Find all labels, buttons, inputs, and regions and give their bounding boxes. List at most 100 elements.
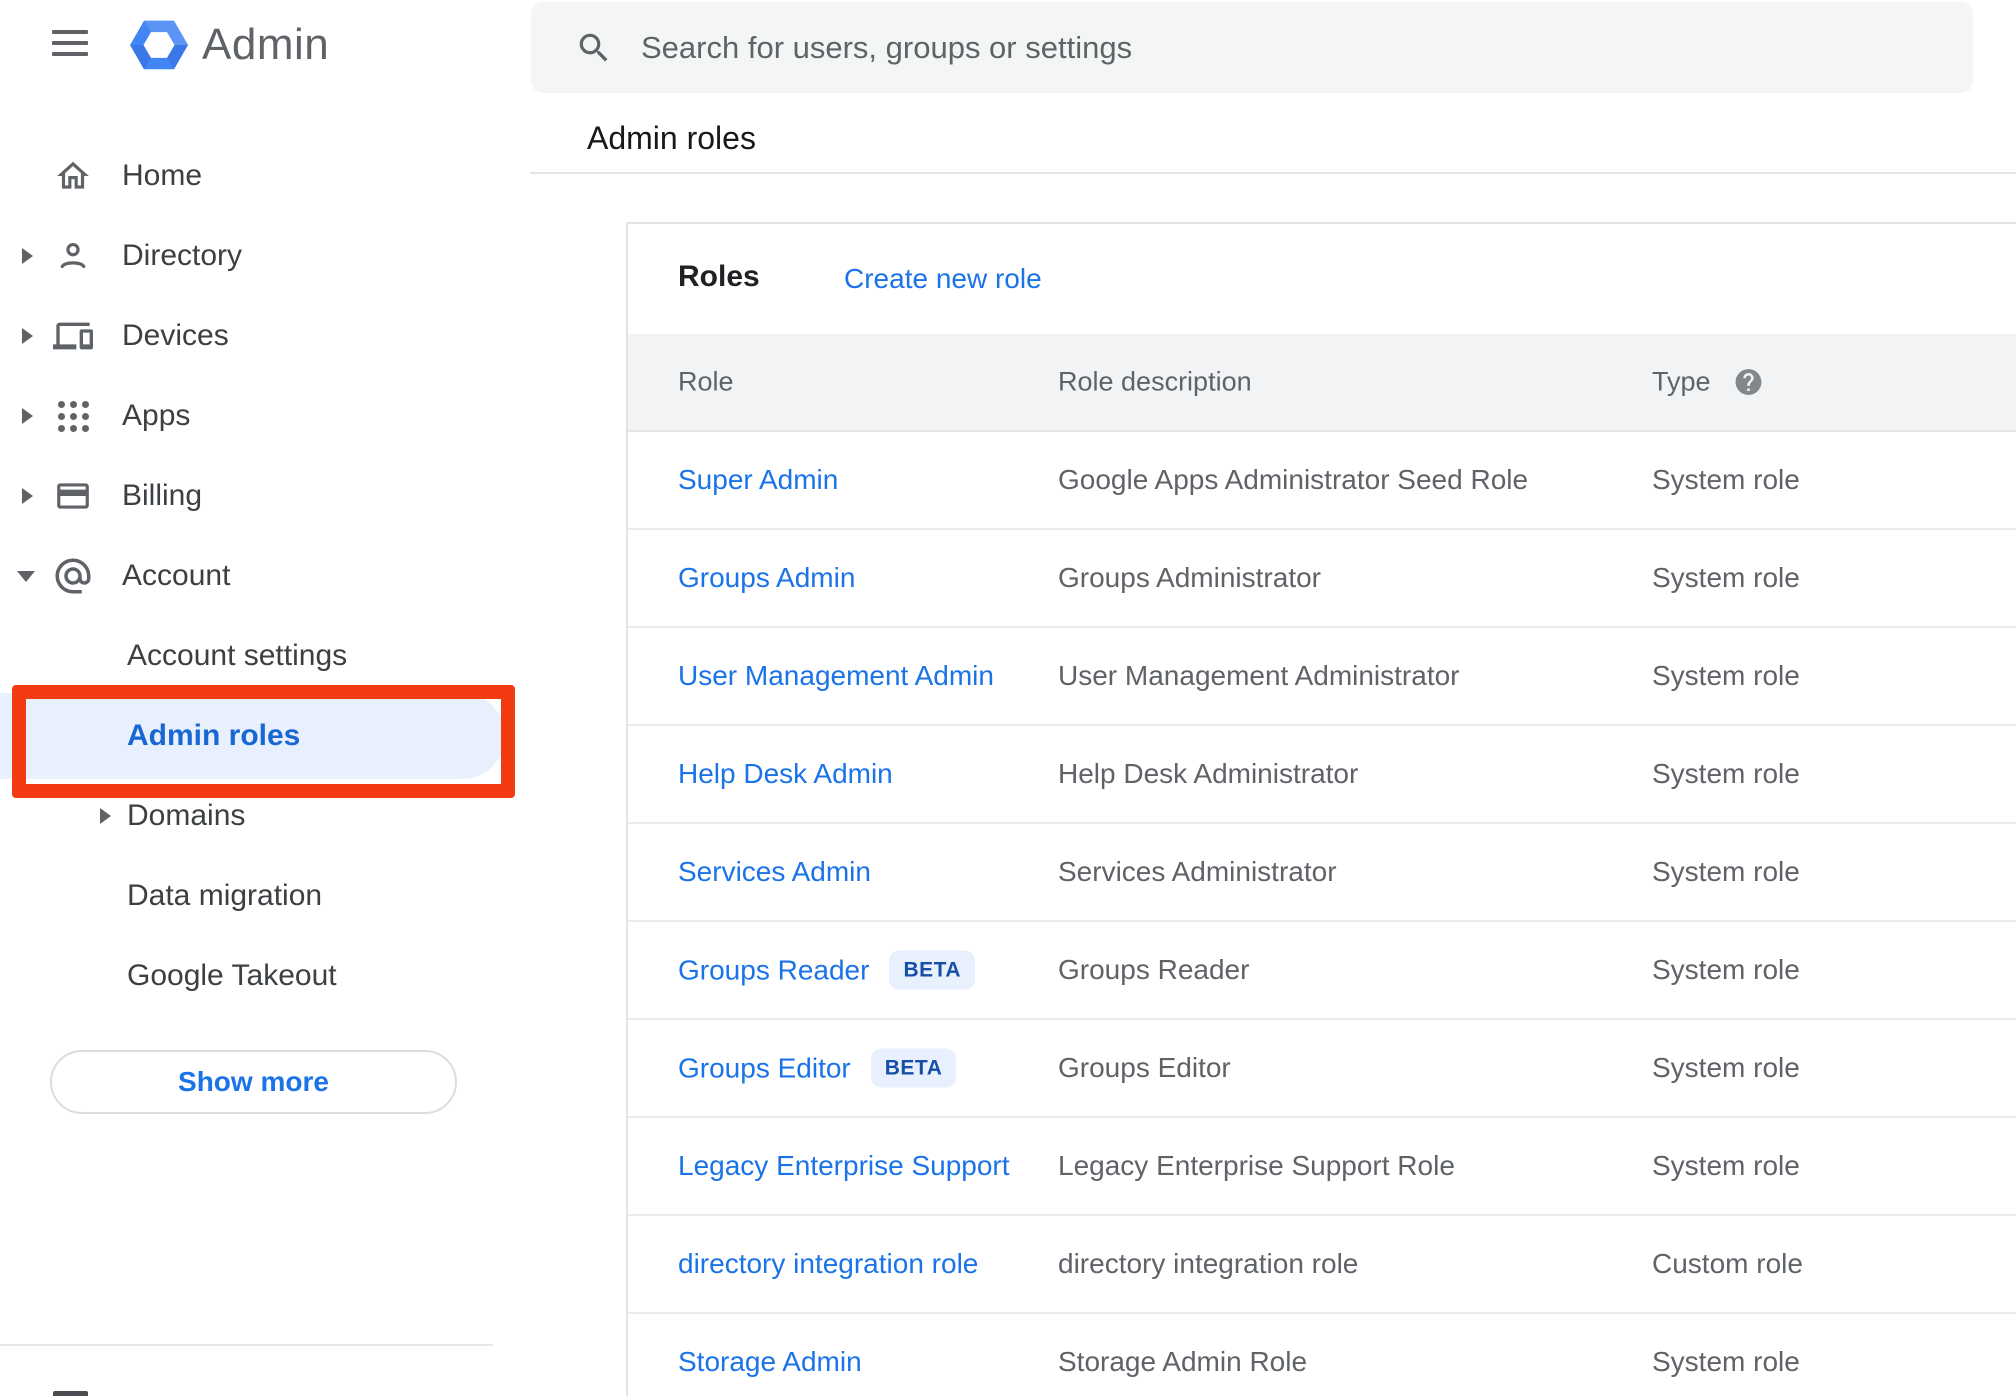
apps-icon bbox=[52, 395, 94, 437]
breadcrumb: Admin roles bbox=[587, 120, 756, 156]
person-icon bbox=[52, 235, 94, 277]
sidebar-item-account-settings[interactable]: Account settings bbox=[0, 616, 531, 696]
column-header-type-label: Type bbox=[1652, 366, 1711, 397]
role-description: Google Apps Administrator Seed Role bbox=[1058, 464, 1529, 495]
role-description: Groups Reader bbox=[1058, 954, 1250, 985]
sidebar-item-label: Billing bbox=[122, 479, 203, 512]
table-header-row: Role Role description Type bbox=[628, 334, 2016, 432]
search-input[interactable] bbox=[641, 29, 1973, 66]
column-header-role-description: Role description bbox=[1058, 366, 1252, 397]
role-description: Help Desk Administrator bbox=[1058, 758, 1359, 789]
sidebar-item-label: Account settings bbox=[127, 639, 348, 672]
admin-logo-icon bbox=[130, 20, 188, 70]
role-description: User Management Administrator bbox=[1058, 660, 1460, 691]
table-row: Super Admin Google Apps Administrator See… bbox=[628, 432, 2016, 530]
table-row: Storage Admin Storage Admin Role System ro… bbox=[628, 1314, 2016, 1396]
partial-bottom-icon bbox=[53, 1391, 88, 1396]
sidebar-item-label: Domains bbox=[127, 799, 246, 832]
at-icon bbox=[52, 555, 94, 597]
role-link-label: directory integration role bbox=[678, 1248, 979, 1279]
table-row: Help Desk Admin Help Desk Administrator Sy… bbox=[628, 726, 2016, 824]
role-link[interactable]: Groups Editor BETA bbox=[678, 1048, 957, 1088]
sidebar-item-label: Data migration bbox=[127, 879, 323, 912]
expand-arrow-icon[interactable] bbox=[22, 328, 33, 344]
sidebar-item-home[interactable]: Home bbox=[0, 136, 531, 216]
role-type: System role bbox=[1652, 1346, 1800, 1377]
devices-icon bbox=[52, 315, 94, 357]
sidebar-item-admin-roles[interactable]: Admin roles bbox=[0, 693, 531, 779]
header-divider bbox=[530, 172, 2016, 174]
role-link-label: Super Admin bbox=[678, 464, 839, 495]
column-header-type: Type bbox=[1652, 367, 1764, 398]
table-row: Groups Admin Groups Administrator System r… bbox=[628, 530, 2016, 628]
role-link[interactable]: Groups Reader BETA bbox=[678, 950, 976, 990]
role-link-label: Services Admin bbox=[678, 856, 871, 887]
sidebar-item-billing[interactable]: Billing bbox=[0, 456, 531, 536]
role-link[interactable]: directory integration role bbox=[678, 1248, 978, 1280]
search-bar[interactable] bbox=[531, 2, 1973, 93]
help-icon[interactable] bbox=[1733, 367, 1764, 398]
role-link-label: Help Desk Admin bbox=[678, 758, 893, 789]
expand-arrow-icon[interactable] bbox=[22, 408, 33, 424]
roles-card-header: Roles Create new role bbox=[628, 224, 2016, 334]
create-new-role-link[interactable]: Create new role bbox=[844, 263, 1042, 295]
role-type: System role bbox=[1652, 660, 1800, 691]
collapse-arrow-icon[interactable] bbox=[17, 571, 35, 582]
expand-arrow-icon[interactable] bbox=[22, 488, 33, 504]
role-link[interactable]: Super Admin bbox=[678, 464, 838, 496]
table-row: Services Admin Services Administrator Syst… bbox=[628, 824, 2016, 922]
role-description: Groups Administrator bbox=[1058, 562, 1321, 593]
role-description: Legacy Enterprise Support Role bbox=[1058, 1150, 1455, 1181]
sidebar-item-label: Apps bbox=[122, 399, 191, 432]
role-link[interactable]: Groups Admin bbox=[678, 562, 855, 594]
role-description: Services Administrator bbox=[1058, 856, 1337, 887]
column-header-role: Role bbox=[678, 366, 734, 397]
sidebar-item-directory[interactable]: Directory bbox=[0, 216, 531, 296]
expand-arrow-icon[interactable] bbox=[22, 248, 33, 264]
beta-badge: BETA bbox=[870, 1048, 957, 1088]
role-link[interactable]: Help Desk Admin bbox=[678, 758, 893, 790]
role-description: Storage Admin Role bbox=[1058, 1346, 1308, 1377]
role-link-label: Storage Admin bbox=[678, 1346, 862, 1377]
role-link[interactable]: Services Admin bbox=[678, 856, 871, 888]
table-row: User Management Admin User Management Adm… bbox=[628, 628, 2016, 726]
role-description: directory integration role bbox=[1058, 1248, 1359, 1279]
sidebar: Admin Home Directory Devices Apps Billing Acc… bbox=[0, 0, 531, 1396]
sidebar-item-data-migration[interactable]: Data migration bbox=[0, 856, 531, 936]
hamburger-menu-icon[interactable] bbox=[52, 30, 88, 56]
sidebar-item-devices[interactable]: Devices bbox=[0, 296, 531, 376]
sidebar-item-label: Account bbox=[122, 559, 231, 592]
sidebar-item-google-takeout[interactable]: Google Takeout bbox=[0, 936, 531, 1016]
roles-card: Roles Create new role Role Role descript… bbox=[626, 222, 2016, 1396]
expand-arrow-icon[interactable] bbox=[100, 808, 111, 824]
role-link-label: Groups Admin bbox=[678, 562, 856, 593]
sidebar-item-label: Devices bbox=[122, 319, 229, 352]
sidebar-item-label: Google Takeout bbox=[127, 959, 337, 992]
billing-icon bbox=[52, 475, 94, 517]
role-type: System role bbox=[1652, 758, 1800, 789]
sidebar-item-label: Directory bbox=[122, 239, 243, 272]
sidebar-item-apps[interactable]: Apps bbox=[0, 376, 531, 456]
role-link-label: Legacy Enterprise Support bbox=[678, 1150, 1010, 1181]
beta-badge: BETA bbox=[889, 950, 976, 990]
roles-title: Roles bbox=[678, 260, 760, 293]
role-link[interactable]: User Management Admin bbox=[678, 660, 994, 692]
role-type: System role bbox=[1652, 1052, 1800, 1083]
role-type: Custom role bbox=[1652, 1248, 1803, 1279]
role-link-label: Groups Editor bbox=[678, 1052, 851, 1083]
role-type: System role bbox=[1652, 1150, 1800, 1181]
table-row: Groups Editor BETA Groups Editor System rol… bbox=[628, 1020, 2016, 1118]
sidebar-divider bbox=[0, 1344, 493, 1346]
role-link[interactable]: Legacy Enterprise Support bbox=[678, 1150, 1010, 1182]
sidebar-item-domains[interactable]: Domains bbox=[0, 776, 531, 856]
sidebar-item-label: Home bbox=[122, 159, 203, 192]
sidebar-item-account[interactable]: Account bbox=[0, 536, 531, 616]
table-row: Groups Reader BETA Groups Reader System rol… bbox=[628, 922, 2016, 1020]
show-more-button[interactable]: Show more bbox=[50, 1050, 457, 1114]
role-link[interactable]: Storage Admin bbox=[678, 1346, 862, 1378]
role-type: System role bbox=[1652, 464, 1800, 495]
app-title: Admin bbox=[202, 20, 330, 69]
role-type: System role bbox=[1652, 856, 1800, 887]
role-description: Groups Editor bbox=[1058, 1052, 1231, 1083]
role-link-label: Groups Reader bbox=[678, 954, 870, 985]
